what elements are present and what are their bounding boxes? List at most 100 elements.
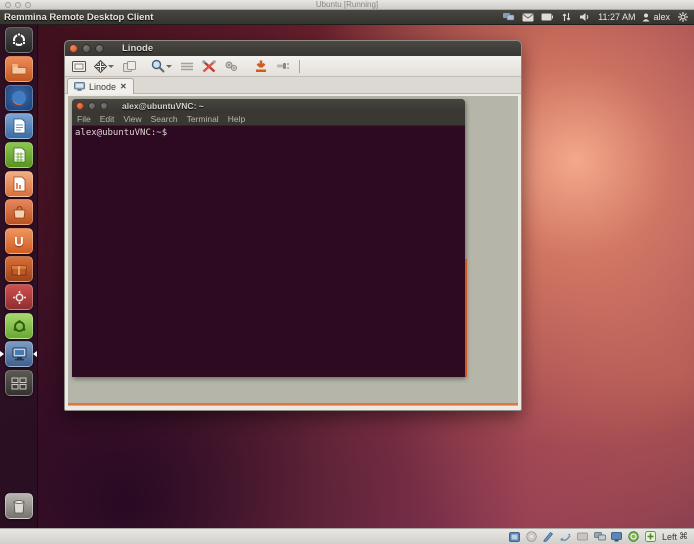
magnifier-icon — [151, 59, 165, 73]
active-app-title[interactable]: Remmina Remote Desktop Client — [4, 12, 153, 23]
optical-disc-icon[interactable] — [526, 531, 538, 542]
remmina-maximize-button[interactable] — [95, 44, 104, 53]
ubuntu-ring-icon — [12, 319, 27, 334]
session-gear-icon[interactable] — [677, 12, 689, 23]
terminal-menubar: File Edit View Search Terminal Help — [72, 113, 465, 126]
fullscreen-icon — [72, 61, 86, 72]
hdd-icon[interactable] — [509, 531, 521, 542]
resize-dropdown-arrow[interactable] — [108, 65, 114, 68]
remmina-minimize-button[interactable] — [82, 44, 91, 53]
virtualbox-statusbar: Left ⌘ — [0, 528, 694, 544]
connection-tab-label: Linode — [89, 82, 116, 92]
system-tray: 11:27 AM alex — [503, 12, 694, 23]
remmina-window: Linode — [64, 40, 522, 411]
terminal-close-button[interactable] — [76, 102, 84, 110]
ubuntu-one-letter: U — [14, 234, 23, 249]
active-app-arrow-right — [33, 351, 37, 357]
mail-envelope-icon[interactable] — [522, 12, 534, 23]
launcher-item-remmina[interactable] — [5, 341, 33, 367]
view-sync-icon[interactable] — [628, 531, 640, 542]
launcher-item-ubuntu-one[interactable]: U — [5, 228, 33, 254]
menu-terminal[interactable]: Terminal — [187, 114, 219, 124]
launcher-item-system-settings[interactable] — [5, 284, 33, 310]
impress-presentation-icon — [13, 176, 26, 192]
gear-wrench-icon — [12, 290, 27, 305]
launcher-item-libreoffice-calc[interactable] — [5, 142, 33, 168]
connection-tab-linode[interactable]: Linode ✕ — [67, 78, 134, 94]
menu-file[interactable]: File — [77, 114, 91, 124]
host-window-titlebar: Ubuntu [Running] — [0, 0, 694, 10]
launcher-item-software-center[interactable] — [5, 199, 33, 225]
battery-icon[interactable] — [541, 12, 553, 23]
remote-terminal-window[interactable]: alex@ubuntuVNC: ~ File Edit View Search … — [72, 99, 465, 377]
launcher-item-package-box[interactable] — [5, 256, 33, 282]
volume-icon[interactable] — [579, 12, 591, 23]
resize-arrows-icon — [94, 60, 107, 73]
gears-icon — [224, 60, 238, 72]
network-icon[interactable] — [594, 531, 606, 542]
features-plus-icon[interactable] — [645, 531, 657, 542]
menu-view[interactable]: View — [123, 114, 141, 124]
display-icon[interactable] — [611, 531, 623, 542]
scaled-mode-button[interactable] — [121, 59, 137, 74]
launcher-item-libreoffice-impress[interactable] — [5, 171, 33, 197]
folder-icon — [11, 63, 27, 75]
menu-edit[interactable]: Edit — [100, 114, 115, 124]
plug-icon — [277, 61, 290, 71]
grab-keyboard-icon — [181, 62, 193, 71]
host-window-title: Ubuntu [Running] — [0, 0, 694, 10]
remmina-window-title: Linode — [122, 43, 153, 54]
vnc-viewport[interactable]: alex@ubuntuVNC: ~ File Edit View Search … — [68, 96, 518, 406]
active-app-arrow-left — [0, 351, 4, 357]
remmina-monitor-icon — [11, 347, 28, 361]
launcher-item-workspace-switcher[interactable] — [5, 370, 33, 396]
calc-spreadsheet-icon — [13, 147, 26, 163]
terminal-maximize-button[interactable] — [100, 102, 108, 110]
remmina-toolbar — [65, 56, 521, 77]
preferences-button[interactable] — [201, 59, 217, 74]
host-key-indicator: Left ⌘ — [662, 531, 688, 542]
terminal-focus-edge — [465, 259, 467, 377]
shared-folders-icon[interactable] — [577, 531, 589, 542]
desktop-wallpaper: U — [0, 25, 694, 528]
terminal-prompt: alex@ubuntuVNC:~$ — [75, 128, 462, 138]
sync-arrows-icon[interactable] — [560, 12, 572, 23]
zoom-dropdown-arrow[interactable] — [166, 65, 172, 68]
trash-icon — [12, 499, 26, 514]
shopping-bag-icon — [12, 205, 27, 219]
disconnect-button[interactable] — [275, 59, 291, 74]
resize-window-button[interactable] — [93, 59, 115, 74]
launcher-item-libreoffice-writer[interactable] — [5, 113, 33, 139]
grab-keyboard-button[interactable] — [179, 59, 195, 74]
user-menu[interactable]: alex — [642, 12, 670, 22]
command-key-icon: ⌘ — [679, 531, 688, 542]
launcher-item-trash[interactable] — [5, 493, 33, 519]
terminal-minimize-button[interactable] — [88, 102, 96, 110]
usb-icon[interactable] — [560, 531, 572, 542]
fullscreen-button[interactable] — [71, 59, 87, 74]
remmina-titlebar[interactable]: Linode — [65, 41, 521, 56]
launcher-item-dash[interactable] — [5, 27, 33, 53]
launcher-item-software-updater[interactable] — [5, 313, 33, 339]
clock[interactable]: 11:27 AM — [598, 12, 635, 22]
tools-button[interactable] — [223, 59, 239, 74]
toolbar-separator — [299, 60, 300, 73]
remmina-close-button[interactable] — [69, 44, 78, 53]
terminal-body[interactable]: alex@ubuntuVNC:~$ — [72, 126, 465, 377]
network-monitors-icon[interactable] — [503, 12, 515, 23]
audio-icon[interactable] — [543, 531, 555, 542]
terminal-window-title: alex@ubuntuVNC: ~ — [122, 101, 204, 111]
launcher-item-firefox[interactable] — [5, 85, 33, 111]
tab-close-icon[interactable]: ✕ — [120, 82, 127, 91]
menu-help[interactable]: Help — [228, 114, 245, 124]
user-icon — [642, 13, 650, 22]
screenshot-button[interactable] — [253, 59, 269, 74]
viewport-bottom-edge — [68, 403, 518, 405]
zoom-button[interactable] — [149, 59, 173, 74]
launcher-item-home-folder[interactable] — [5, 56, 33, 82]
ubuntu-logo-icon — [11, 32, 27, 48]
menu-search[interactable]: Search — [151, 114, 178, 124]
terminal-titlebar[interactable]: alex@ubuntuVNC: ~ — [72, 99, 465, 113]
connection-tab-icon — [74, 82, 85, 91]
scaled-windows-icon — [123, 61, 136, 72]
